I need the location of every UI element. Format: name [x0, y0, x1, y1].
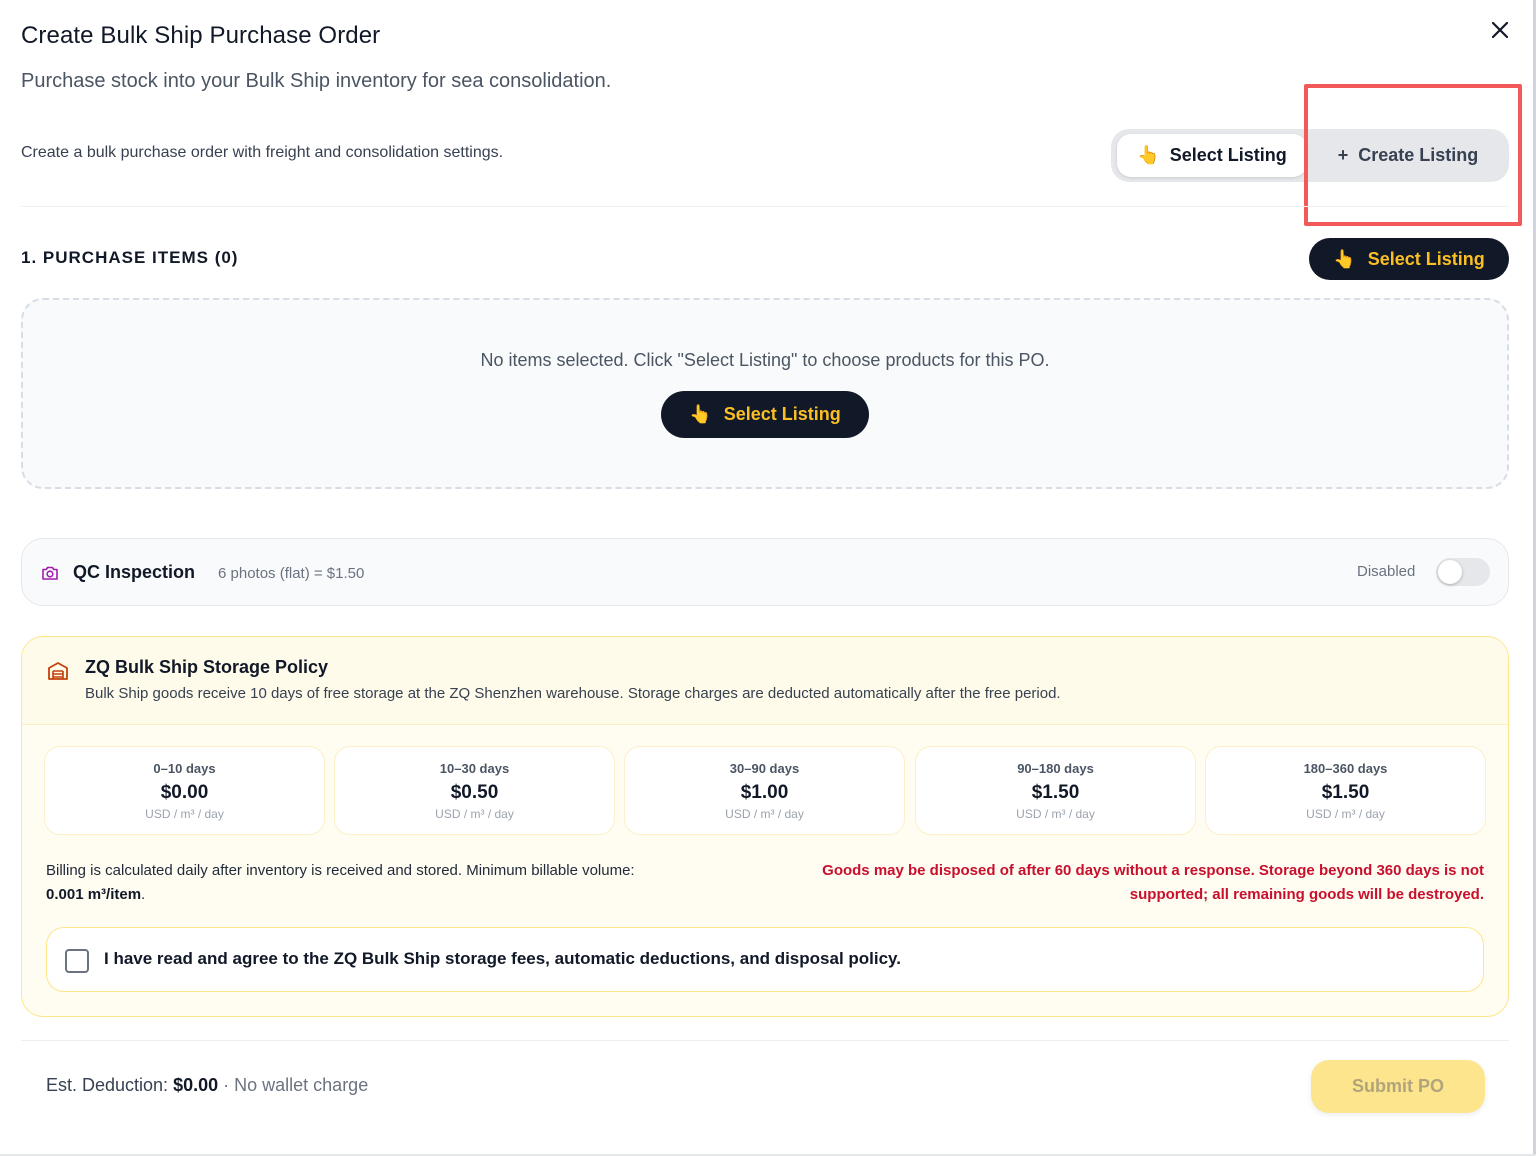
camera-icon	[42, 566, 58, 580]
storage-tier-card: 0–10 days $0.00 USD / m³ / day	[44, 746, 325, 835]
billing-min-volume: 0.001 m³/item	[46, 886, 142, 903]
select-listing-tab[interactable]: 👆 Select Listing	[1117, 134, 1307, 177]
tier-price: $1.50	[1321, 782, 1370, 803]
deduction-note: · No wallet charge	[223, 1075, 369, 1095]
empty-items-text: No items selected. Click "Select Listing…	[480, 350, 1050, 370]
empty-select-listing-label: Select Listing	[723, 404, 841, 424]
deduction-value: $0.00	[173, 1075, 219, 1095]
billing-note: Billing is calculated daily after invent…	[46, 859, 746, 907]
tier-range: 0–10 days	[153, 761, 216, 776]
tier-unit: USD / m³ / day	[145, 807, 224, 821]
tier-price: $0.00	[160, 782, 209, 803]
tier-price: $1.00	[740, 782, 789, 803]
deduction-label: Est. Deduction:	[46, 1075, 169, 1095]
storage-tier-card: 10–30 days $0.50 USD / m³ / day	[334, 746, 615, 835]
tier-unit: USD / m³ / day	[435, 807, 514, 821]
qc-status-label: Disabled	[1357, 563, 1416, 580]
header-divider	[21, 206, 1509, 207]
agree-checkbox[interactable]	[65, 949, 89, 973]
modal-subtitle: Purchase stock into your Bulk Ship inven…	[21, 70, 612, 92]
create-po-modal: Create Bulk Ship Purchase Order Purchase…	[0, 0, 1536, 1156]
storage-policy-title: ZQ Bulk Ship Storage Policy	[85, 657, 329, 677]
tier-unit: USD / m³ / day	[1306, 807, 1385, 821]
close-button[interactable]	[1486, 16, 1514, 44]
submit-po-button[interactable]: Submit PO	[1311, 1060, 1485, 1113]
select-listing-button[interactable]: 👆 Select Listing	[1309, 238, 1509, 280]
agree-label[interactable]: I have read and agree to the ZQ Bulk Shi…	[104, 949, 901, 969]
tier-range: 90–180 days	[1017, 761, 1094, 776]
tier-price: $1.50	[1031, 782, 1080, 803]
toggle-knob	[1438, 560, 1462, 584]
billing-text: Billing is calculated daily after invent…	[46, 862, 635, 879]
pointing-hand-icon: 👆	[1333, 248, 1356, 269]
qc-toggle[interactable]	[1436, 558, 1490, 586]
storage-tier-card: 30–90 days $1.00 USD / m³ / day	[624, 746, 905, 835]
pointing-hand-icon: 👆	[689, 404, 712, 424]
storage-policy-subtitle: Bulk Ship goods receive 10 days of free …	[85, 685, 1061, 702]
modal-title: Create Bulk Ship Purchase Order	[21, 22, 381, 49]
tier-range: 30–90 days	[729, 761, 800, 776]
modal-description: Create a bulk purchase order with freigh…	[21, 144, 504, 161]
warehouse-icon	[48, 662, 68, 680]
pointing-hand-icon: 👆	[1137, 145, 1160, 165]
tier-price: $0.50	[450, 782, 499, 803]
billing-end: .	[141, 886, 146, 903]
storage-tier-card: 90–180 days $1.50 USD / m³ / day	[915, 746, 1196, 835]
tier-range: 10–30 days	[439, 761, 510, 776]
qc-price: 6 photos (flat) = $1.50	[218, 565, 365, 582]
select-listing-tab-label: Select Listing	[1169, 145, 1287, 165]
storage-tier-card: 180–360 days $1.50 USD / m³ / day	[1205, 746, 1486, 835]
empty-select-listing-button[interactable]: 👆 Select Listing	[661, 391, 869, 438]
purchase-items-title: 1. PURCHASE ITEMS (0)	[21, 248, 239, 267]
tier-unit: USD / m³ / day	[725, 807, 804, 821]
storage-policy-header	[22, 637, 1508, 725]
disposal-warning: Goods may be disposed of after 60 days w…	[822, 862, 1484, 903]
tier-unit: USD / m³ / day	[1016, 807, 1095, 821]
qc-title: QC Inspection	[73, 562, 196, 582]
close-icon[interactable]	[1491, 21, 1509, 39]
tier-range: 180–360 days	[1303, 761, 1388, 776]
select-listing-button-label: Select Listing	[1367, 248, 1485, 269]
est-deduction: Est. Deduction: $0.00 · No wallet charge	[46, 1075, 368, 1096]
highlight-annotation	[1304, 84, 1522, 226]
footer-divider	[21, 1040, 1509, 1041]
